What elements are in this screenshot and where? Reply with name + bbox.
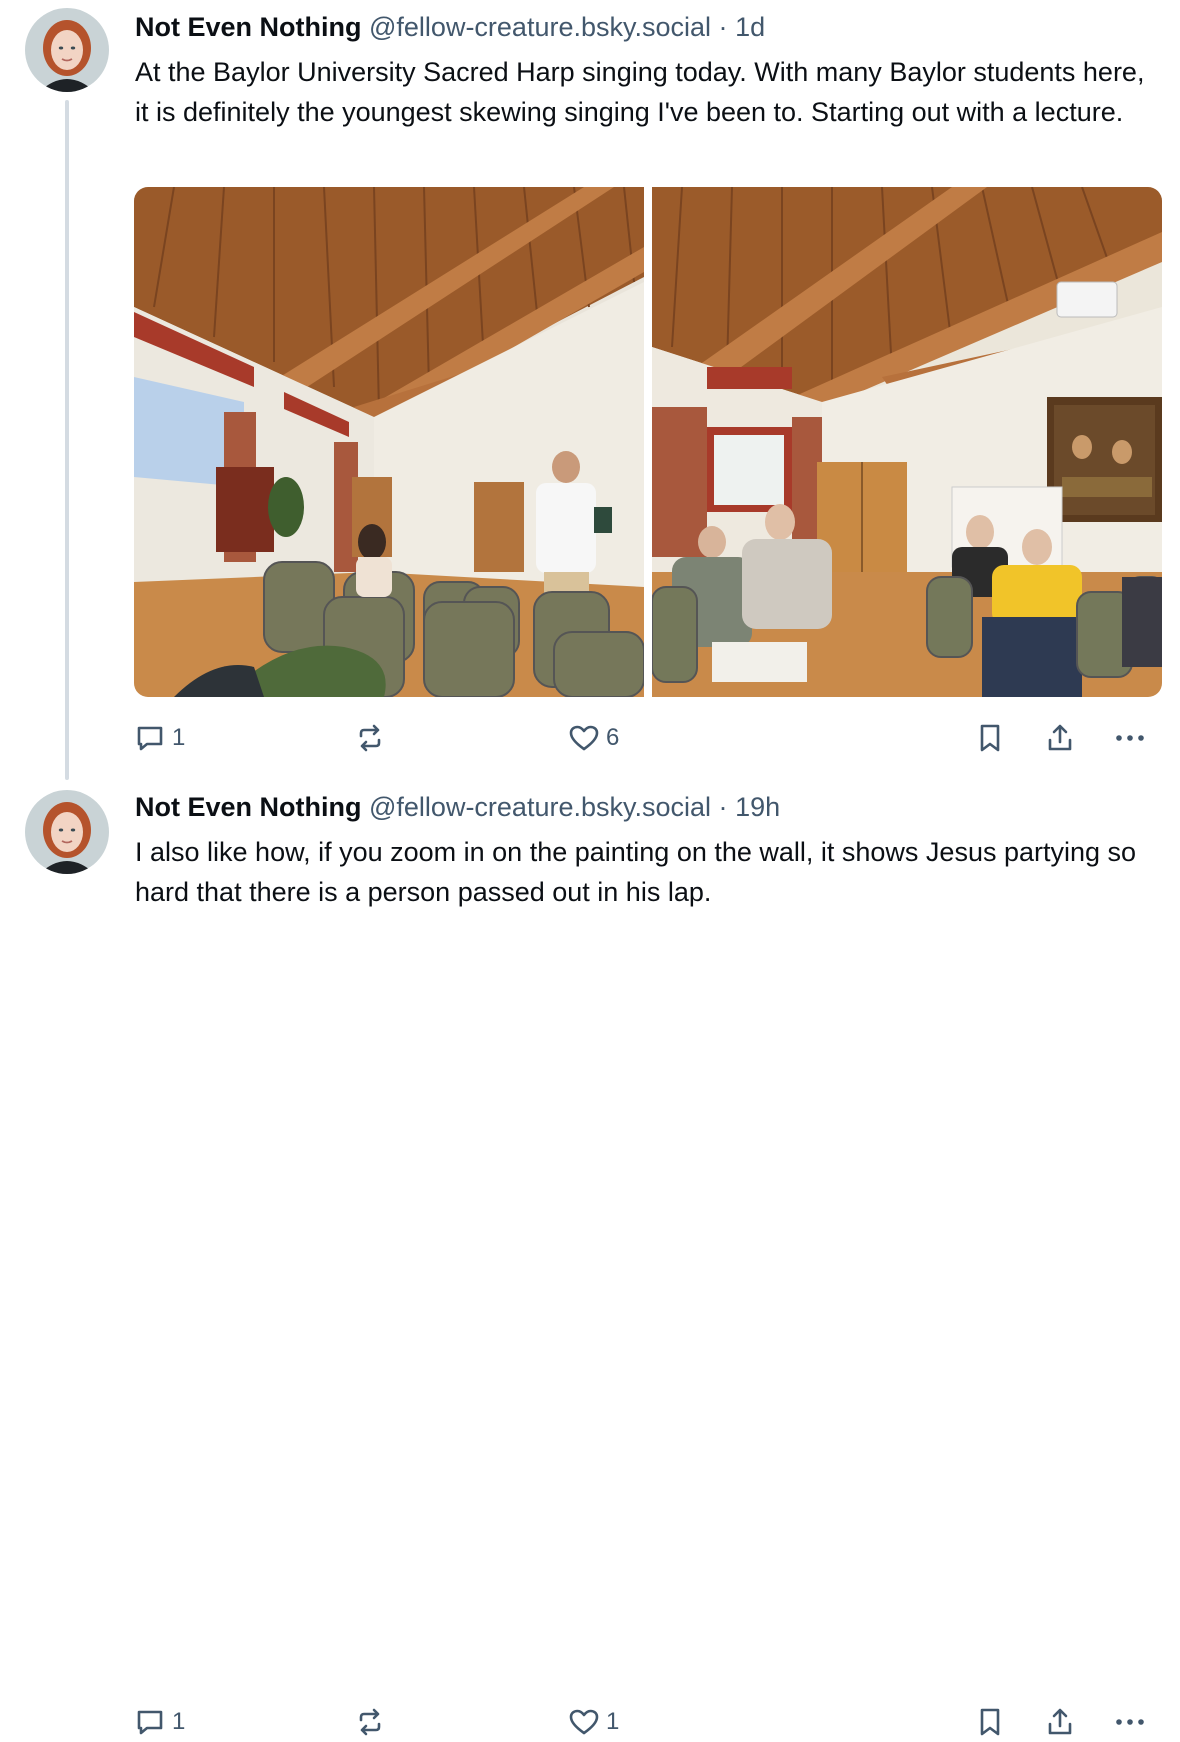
reply-count: 1 bbox=[172, 724, 186, 751]
more-options-button[interactable] bbox=[1112, 1702, 1148, 1742]
avatar[interactable] bbox=[25, 790, 109, 874]
separator-dot: · bbox=[718, 12, 728, 42]
ellipsis-icon bbox=[1116, 735, 1144, 741]
reply-count: 1 bbox=[172, 1708, 186, 1735]
share-upload-icon bbox=[1048, 724, 1072, 751]
photo-lecture-hall-icon bbox=[134, 187, 644, 697]
thread-connector-line bbox=[65, 100, 69, 780]
like-count: 6 bbox=[606, 724, 620, 751]
heart-icon bbox=[569, 725, 599, 751]
bookmark-icon bbox=[980, 1708, 1000, 1736]
post-item[interactable]: Not Even Nothing @fellow-creature.bsky.s… bbox=[0, 780, 1180, 1736]
photo-singers-seated-icon bbox=[652, 187, 1162, 697]
reply-button[interactable]: 1 bbox=[134, 718, 185, 758]
post-actions: 1 1 bbox=[134, 1702, 1164, 1742]
speech-bubble-icon bbox=[137, 1710, 163, 1735]
repost-button[interactable] bbox=[354, 718, 392, 758]
post-timestamp[interactable]: 19h bbox=[735, 792, 780, 822]
post-image-singers-seated[interactable] bbox=[652, 187, 1162, 697]
ellipsis-icon bbox=[1116, 1719, 1144, 1725]
author-display-name[interactable]: Not Even Nothing bbox=[135, 792, 361, 822]
post-image-lecture-hall[interactable] bbox=[134, 187, 644, 697]
reply-button[interactable]: 1 bbox=[134, 1702, 185, 1742]
bookmark-icon bbox=[980, 724, 1000, 752]
author-handle[interactable]: @fellow-creature.bsky.social bbox=[369, 12, 711, 42]
image-gallery bbox=[134, 187, 1162, 697]
post-text: I also like how, if you zoom in on the p… bbox=[135, 837, 1137, 907]
post-item[interactable]: Not Even Nothing @fellow-creature.bsky.s… bbox=[0, 0, 1180, 780]
bookmark-button[interactable] bbox=[974, 718, 1006, 758]
share-upload-icon bbox=[1048, 1708, 1072, 1735]
more-options-button[interactable] bbox=[1112, 718, 1148, 758]
share-button[interactable] bbox=[1044, 718, 1076, 758]
repost-arrows-icon bbox=[359, 724, 381, 752]
heart-icon bbox=[569, 1709, 599, 1735]
bookmark-button[interactable] bbox=[974, 1702, 1006, 1742]
avatar[interactable] bbox=[25, 8, 109, 92]
speech-bubble-icon bbox=[137, 726, 163, 751]
post-actions: 1 6 bbox=[134, 718, 1164, 758]
post-header: Not Even Nothing @fellow-creature.bsky.s… bbox=[135, 789, 1160, 825]
like-button[interactable]: 6 bbox=[568, 718, 619, 758]
like-count: 1 bbox=[606, 1708, 620, 1735]
post-text: At the Baylor University Sacred Harp sin… bbox=[135, 57, 1145, 127]
author-handle[interactable]: @fellow-creature.bsky.social bbox=[369, 792, 711, 822]
share-button[interactable] bbox=[1044, 1702, 1076, 1742]
post-header: Not Even Nothing @fellow-creature.bsky.s… bbox=[135, 9, 1160, 45]
post-timestamp[interactable]: 1d bbox=[735, 12, 765, 42]
repost-button[interactable] bbox=[354, 1702, 392, 1742]
like-button[interactable]: 1 bbox=[568, 1702, 619, 1742]
separator-dot: · bbox=[718, 792, 728, 822]
repost-arrows-icon bbox=[359, 1708, 381, 1736]
author-display-name[interactable]: Not Even Nothing bbox=[135, 12, 361, 42]
